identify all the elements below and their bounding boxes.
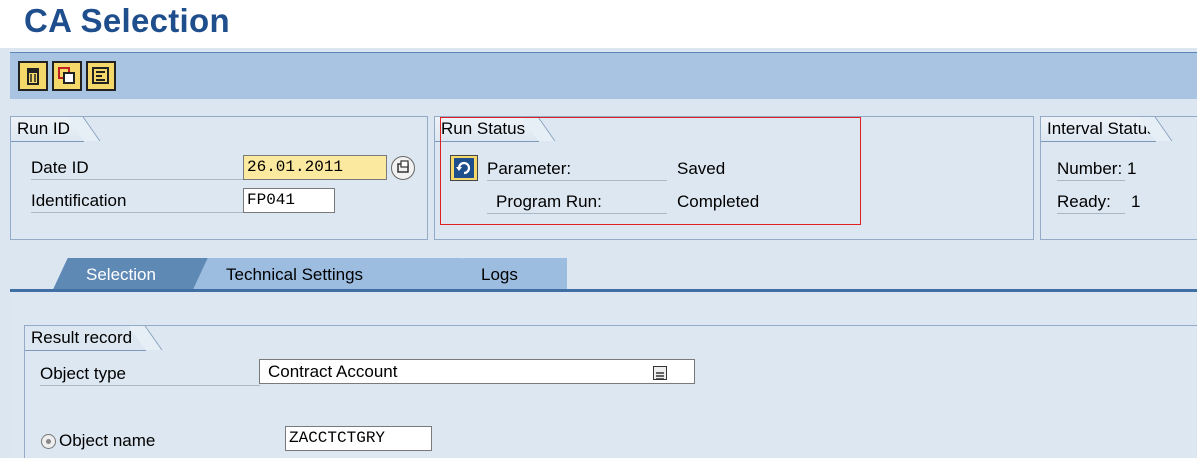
list-icon bbox=[92, 67, 109, 84]
calendar-icon bbox=[397, 160, 409, 173]
tab-logs[interactable]: Logs bbox=[463, 258, 567, 291]
page-title: CA Selection bbox=[24, 2, 230, 39]
number-label: Number: bbox=[1057, 158, 1125, 181]
interval-status-header: Interval Status bbox=[1041, 117, 1156, 142]
interval-status-group: Interval Status Number: 1 Ready: 1 bbox=[1040, 116, 1197, 240]
dropdown-lines-icon bbox=[656, 372, 664, 380]
date-id-label: Date ID bbox=[31, 157, 243, 180]
run-id-header: Run ID bbox=[11, 117, 84, 142]
tab-strip: Selection Technical Settings Logs bbox=[10, 255, 1197, 291]
object-type-select[interactable]: Contract Account bbox=[259, 359, 695, 384]
object-name-label: Object name bbox=[59, 431, 156, 450]
application-toolbar bbox=[10, 52, 1197, 99]
date-picker-button[interactable] bbox=[391, 156, 415, 180]
highlight-box bbox=[440, 117, 861, 225]
copy-icon bbox=[58, 67, 75, 84]
object-name-field[interactable]: ZACCTCTGRY bbox=[285, 426, 432, 451]
delete-icon bbox=[27, 68, 39, 85]
date-id-field[interactable]: 26.01.2011 bbox=[243, 155, 387, 180]
identification-field[interactable]: FP041 bbox=[243, 188, 335, 213]
dropdown-icon[interactable] bbox=[653, 366, 667, 380]
delete-button[interactable] bbox=[18, 61, 48, 91]
number-value: 1 bbox=[1127, 159, 1137, 178]
copy-button[interactable] bbox=[52, 61, 82, 91]
object-type-label: Object type bbox=[40, 363, 260, 386]
ready-label: Ready: bbox=[1057, 191, 1125, 214]
run-id-group: Run ID Date ID 26.01.2011 Identification… bbox=[10, 116, 428, 240]
list-button[interactable] bbox=[86, 61, 116, 91]
tab-selection[interactable]: Selection bbox=[68, 258, 208, 291]
identification-label: Identification bbox=[31, 190, 243, 213]
result-record-group: Result record Object type Contract Accou… bbox=[24, 325, 1197, 458]
object-name-radio[interactable] bbox=[41, 434, 56, 449]
ready-value: 1 bbox=[1131, 192, 1141, 211]
tab-technical-settings[interactable]: Technical Settings bbox=[208, 258, 462, 291]
result-record-header: Result record bbox=[25, 326, 147, 351]
